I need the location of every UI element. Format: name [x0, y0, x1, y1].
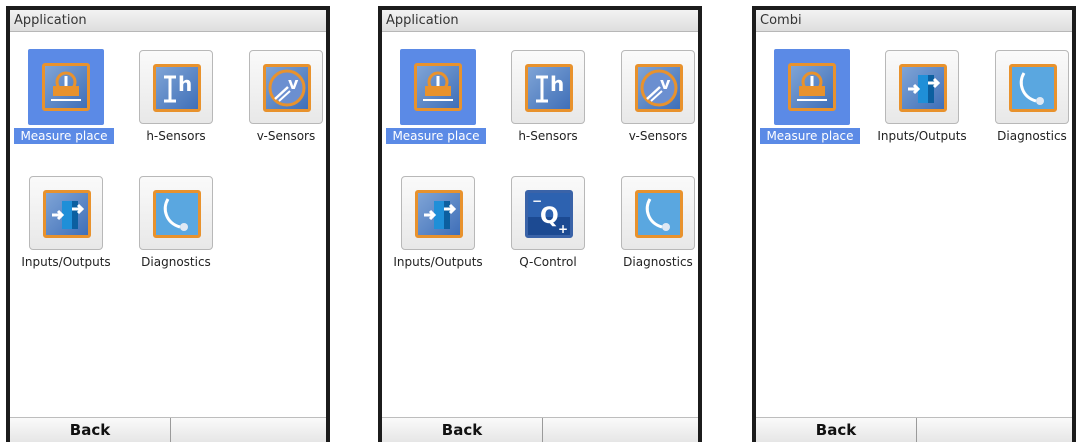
menu-item-q-control[interactable]: − Q + Q-Control [496, 176, 600, 296]
measure-place-icon [42, 63, 90, 111]
menu-item-label: h-Sensors [146, 129, 206, 143]
menu-item-inputs-outputs[interactable]: Inputs/Outputs [870, 50, 974, 170]
menu-item-label: Diagnostics [997, 129, 1067, 143]
menu-item-measure-place[interactable]: Measure place [386, 49, 490, 170]
measure-place-icon [414, 63, 462, 111]
menu-item-label: Measure place [386, 128, 486, 144]
menu-button[interactable]: h [139, 50, 213, 124]
stethoscope-icon [153, 190, 201, 238]
back-button[interactable]: Back [10, 418, 171, 442]
door-arrow-icon [415, 190, 463, 238]
menu-item-v-sensors[interactable]: v v-Sensors [606, 50, 710, 170]
menu-item-h-sensors[interactable]: h h-Sensors [124, 50, 228, 170]
bottom-bar: Back [10, 417, 326, 442]
menu-item-label: Inputs/Outputs [393, 255, 483, 269]
v-sensor-icon: v [263, 64, 311, 112]
menu-button[interactable] [774, 49, 850, 125]
menu-item-label: Inputs/Outputs [21, 255, 111, 269]
menu-item-label: h-Sensors [518, 129, 578, 143]
menu-button[interactable] [139, 176, 213, 250]
v-sensor-icon: v [635, 64, 683, 112]
h-sensor-icon: h [525, 64, 573, 112]
menu-item-label: Diagnostics [141, 255, 211, 269]
svg-text:Q: Q [540, 204, 559, 229]
menu-item-label: Diagnostics [623, 255, 693, 269]
screen-application-2: Application Measure place h h-Sensors v [378, 6, 702, 442]
screen-title: Application [10, 10, 326, 32]
door-arrow-icon [43, 190, 91, 238]
svg-text:+: + [558, 222, 568, 235]
menu-button[interactable]: h [511, 50, 585, 124]
menu-item-diagnostics[interactable]: Diagnostics [980, 50, 1084, 170]
softkey-right-button[interactable] [171, 418, 326, 442]
menu-button[interactable]: v [621, 50, 695, 124]
bottom-bar: Back [756, 417, 1072, 442]
menu-item-label: v-Sensors [256, 129, 316, 143]
back-button[interactable]: Back [382, 418, 543, 442]
menu-button[interactable] [400, 49, 476, 125]
menu-item-diagnostics[interactable]: Diagnostics [606, 176, 710, 296]
q-control-icon: − Q + [525, 190, 573, 238]
menu-button[interactable] [995, 50, 1069, 124]
menu-button[interactable] [29, 176, 103, 250]
softkey-right-button[interactable] [543, 418, 698, 442]
svg-text:v: v [660, 74, 671, 93]
menu-item-label: Q-Control [519, 255, 577, 269]
menu-item-h-sensors[interactable]: h h-Sensors [496, 50, 600, 170]
menu-item-label: Inputs/Outputs [877, 129, 967, 143]
screen-title: Application [382, 10, 698, 32]
menu-item-inputs-outputs[interactable]: Inputs/Outputs [14, 176, 118, 296]
door-arrow-icon [899, 64, 947, 112]
menu-button[interactable] [28, 49, 104, 125]
softkey-right-button[interactable] [917, 418, 1072, 442]
screen-combi: Combi Measure place Inputs/Outputs Diagn… [752, 6, 1076, 442]
bottom-bar: Back [382, 417, 698, 442]
menu-button[interactable] [621, 176, 695, 250]
menu-button[interactable] [401, 176, 475, 250]
menu-item-label: Measure place [14, 128, 114, 144]
menu-item-v-sensors[interactable]: v v-Sensors [234, 50, 338, 170]
h-sensor-icon: h [153, 64, 201, 112]
menu-button[interactable]: v [249, 50, 323, 124]
menu-item-measure-place[interactable]: Measure place [14, 49, 118, 170]
measure-place-icon [788, 63, 836, 111]
svg-text:v: v [288, 74, 299, 93]
menu-item-diagnostics[interactable]: Diagnostics [124, 176, 228, 296]
screen-application-1: Application Measure place h h-Sensors v [6, 6, 330, 442]
menu-item-measure-place[interactable]: Measure place [760, 49, 864, 170]
menu-button[interactable] [885, 50, 959, 124]
back-button[interactable]: Back [756, 418, 917, 442]
menu-item-label: v-Sensors [628, 129, 688, 143]
menu-button[interactable]: − Q + [511, 176, 585, 250]
svg-text:h: h [550, 72, 564, 96]
stethoscope-icon [1009, 64, 1057, 112]
menu-item-inputs-outputs[interactable]: Inputs/Outputs [386, 176, 490, 296]
svg-text:h: h [178, 72, 192, 96]
menu-item-label: Measure place [760, 128, 860, 144]
stethoscope-icon [635, 190, 683, 238]
screen-title: Combi [756, 10, 1072, 32]
